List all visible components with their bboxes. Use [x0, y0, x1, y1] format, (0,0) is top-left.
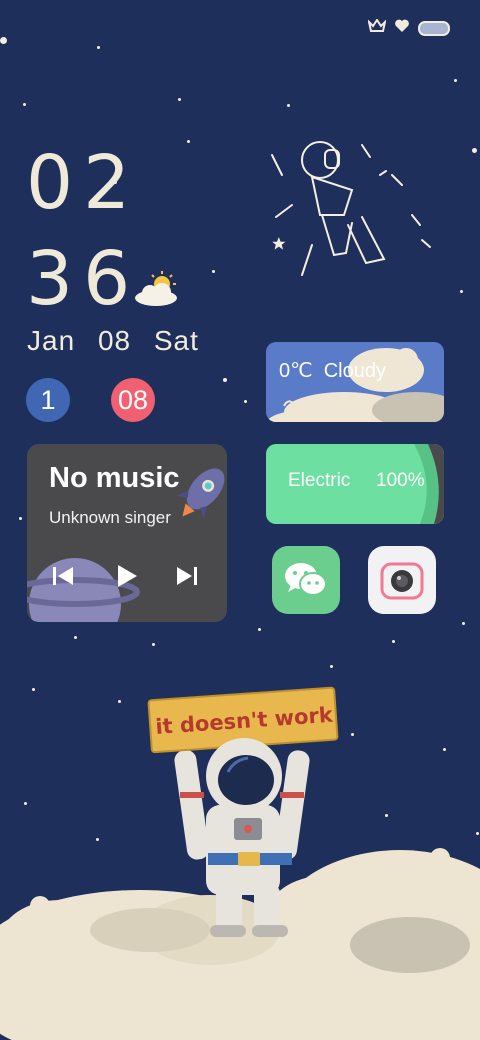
camera-app-button[interactable]: [368, 546, 436, 614]
date-month: Jan: [27, 325, 76, 356]
battery-icon: [418, 20, 450, 36]
weather-widget[interactable]: 0℃ Cloudy: [266, 342, 444, 422]
play-icon[interactable]: [113, 562, 141, 590]
clock-minute: 36: [26, 236, 141, 322]
next-icon[interactable]: [173, 562, 201, 590]
astronaut-sign-illustration: it doesn't work: [0, 686, 480, 1040]
camera-icon: [380, 562, 424, 600]
previous-icon[interactable]: [49, 562, 77, 590]
music-title: No music: [49, 462, 180, 494]
astronaut-line-art: [271, 141, 431, 276]
rocket-illustration: [177, 468, 225, 519]
notification-badge-blue[interactable]: 1: [26, 378, 70, 422]
status-bar: [367, 17, 450, 38]
heart-shield-icon: [394, 18, 410, 38]
date-weekday: Sat: [153, 325, 199, 356]
weather-text: 0℃ Cloudy: [279, 358, 386, 383]
weather-temperature: 0℃: [279, 360, 313, 382]
battery-widget[interactable]: Electric 100%: [266, 444, 444, 524]
crown-icon: [367, 17, 387, 38]
clock-hour: 02: [26, 140, 141, 226]
wechat-app-button[interactable]: [272, 546, 340, 614]
date-day: 08: [97, 325, 132, 356]
music-artist: Unknown singer: [49, 508, 171, 527]
notification-badge-red[interactable]: 08: [111, 378, 155, 422]
music-widget[interactable]: No music Unknown singer: [27, 444, 227, 622]
wechat-icon: [285, 563, 327, 596]
battery-value: 100%: [376, 470, 425, 491]
weather-condition: Cloudy: [323, 360, 386, 382]
date-row: Jan 08 Sat: [27, 325, 213, 357]
weather-sun-cloud-icon: [135, 271, 177, 306]
battery-label: Electric: [288, 470, 351, 491]
